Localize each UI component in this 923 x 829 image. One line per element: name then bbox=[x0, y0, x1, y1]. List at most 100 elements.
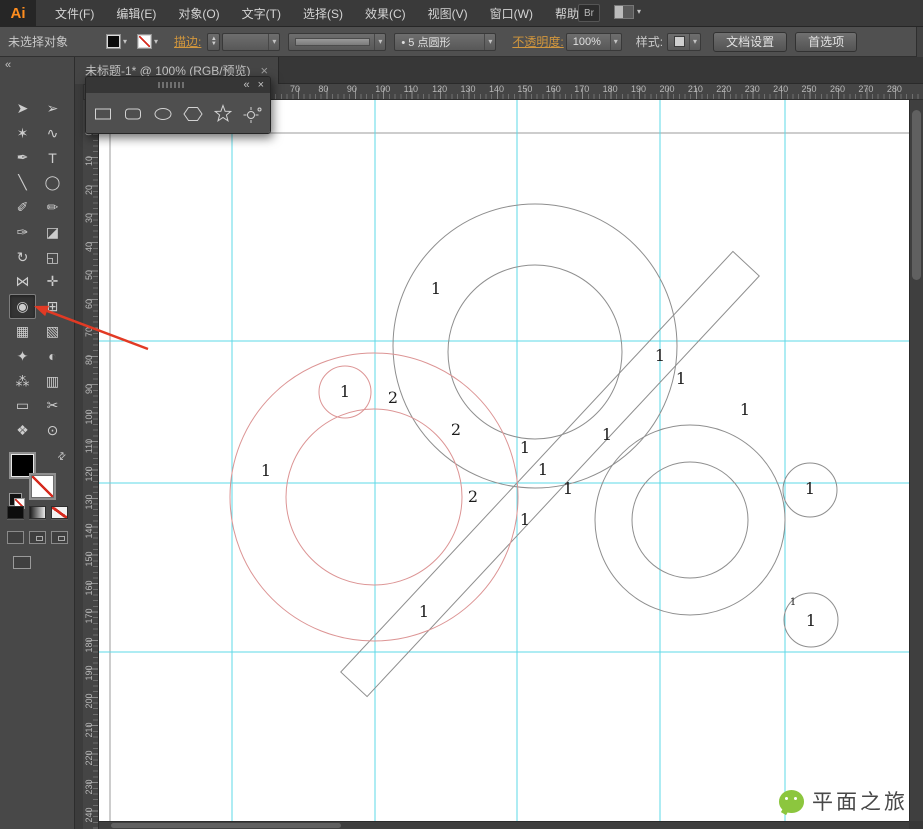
artwork-number-label[interactable]: 1 bbox=[655, 346, 665, 365]
horizontal-scrollbar-thumb[interactable] bbox=[111, 823, 341, 828]
symbol-sprayer-tool[interactable]: ⁂ bbox=[9, 369, 36, 394]
width-profile-combo[interactable]: ▾ bbox=[288, 32, 387, 51]
canvas[interactable]: 111112211121111111 平面之旅 bbox=[99, 100, 909, 821]
style-combo[interactable]: ▾ bbox=[667, 32, 702, 51]
panel-close-icon[interactable]: × bbox=[258, 79, 264, 91]
panel-collapse-icon[interactable]: « bbox=[243, 79, 249, 91]
brush-definition-combo[interactable]: • 5 点圆形 ▾ bbox=[394, 32, 497, 51]
opacity-combo[interactable]: 100% ▾ bbox=[565, 32, 622, 51]
eraser-tool[interactable]: ◪ bbox=[39, 220, 66, 245]
swap-fill-stroke-icon[interactable]: ⇄ bbox=[55, 450, 69, 464]
screen-mode-button[interactable] bbox=[13, 556, 31, 569]
artwork-number-label[interactable]: 1 bbox=[563, 479, 573, 498]
zoom-tool[interactable]: ⊙ bbox=[39, 418, 66, 443]
stroke-weight-stepper[interactable]: ▲ ▼ bbox=[207, 32, 221, 51]
column-graph-tool[interactable]: ▥ bbox=[39, 369, 66, 394]
type-tool[interactable]: T bbox=[39, 146, 66, 171]
flare-tool[interactable] bbox=[242, 102, 264, 126]
artwork-number-label[interactable]: 1 bbox=[806, 611, 816, 630]
magic-wand-tool[interactable]: ✶ bbox=[9, 121, 36, 146]
gradient-button[interactable] bbox=[29, 506, 46, 519]
scale-tool[interactable]: ◱ bbox=[39, 245, 66, 270]
artwork-circle-gray[interactable] bbox=[447, 264, 623, 440]
pencil-tool[interactable]: ✏ bbox=[39, 195, 66, 220]
artwork-number-label[interactable]: 1 bbox=[431, 279, 441, 298]
vertical-scrollbar[interactable] bbox=[909, 100, 923, 829]
artboard-tool[interactable]: ▭ bbox=[9, 394, 36, 419]
color-button[interactable] bbox=[7, 506, 24, 519]
shape-panel-header[interactable]: « × bbox=[86, 77, 270, 93]
artwork-number-label[interactable]: 1 bbox=[419, 602, 429, 621]
mesh-tool[interactable]: ▦ bbox=[9, 319, 36, 344]
panel-grip-icon[interactable] bbox=[158, 82, 186, 88]
artwork-circle-red[interactable] bbox=[285, 408, 463, 586]
stroke-color-picker[interactable]: ▾ bbox=[137, 34, 158, 49]
polygon-tool[interactable] bbox=[182, 102, 204, 126]
artwork-number-label[interactable]: 1 bbox=[340, 382, 350, 401]
lasso-tool[interactable]: ∿ bbox=[39, 121, 66, 146]
artwork-circle-gray[interactable] bbox=[631, 461, 749, 579]
width-tool[interactable]: ⋈ bbox=[9, 270, 36, 295]
star-tool[interactable] bbox=[212, 102, 234, 126]
ellipse-tool[interactable]: ◯ bbox=[39, 170, 66, 195]
artwork-number-label[interactable]: 1 bbox=[261, 461, 271, 480]
draw-normal-button[interactable] bbox=[7, 531, 24, 544]
shape-tools-floating-panel[interactable]: « × bbox=[85, 76, 271, 134]
artwork-number-label[interactable]: 1 bbox=[676, 369, 686, 388]
rotate-tool[interactable]: ↻ bbox=[9, 245, 36, 270]
paintbrush-tool[interactable]: ✐ bbox=[9, 195, 36, 220]
menu-window[interactable]: 窗口(W) bbox=[479, 0, 544, 26]
free-transform-tool[interactable]: ✛ bbox=[39, 270, 66, 295]
blob-brush-tool[interactable]: ✑ bbox=[9, 220, 36, 245]
menu-type[interactable]: 文字(T) bbox=[231, 0, 292, 26]
perspective-grid-tool[interactable]: ⊞ bbox=[39, 294, 66, 319]
shape-builder-tool[interactable]: ◉ bbox=[9, 294, 36, 320]
artwork-number-label[interactable]: 1 bbox=[520, 510, 530, 529]
bridge-button[interactable]: Br bbox=[578, 4, 600, 22]
ellipse-tool[interactable] bbox=[152, 102, 174, 126]
artwork-layer[interactable]: 111112211121111111 bbox=[99, 100, 909, 821]
menu-effect[interactable]: 效果(C) bbox=[354, 0, 417, 26]
workspace-switcher-button[interactable]: ▾ bbox=[614, 5, 641, 19]
line-segment-tool[interactable]: ╲ bbox=[9, 170, 36, 195]
gradient-tool[interactable]: ▧ bbox=[39, 319, 66, 344]
opacity-link[interactable]: 不透明度: bbox=[512, 33, 563, 50]
direct-selection-tool[interactable]: ➢ bbox=[39, 96, 66, 121]
artwork-rotated-rectangle[interactable] bbox=[340, 250, 760, 698]
artwork-circle-gray[interactable] bbox=[594, 424, 786, 616]
artwork-number-label[interactable]: 1 bbox=[805, 479, 815, 498]
vertical-ruler[interactable]: 1001020304050607080901001101201301401501… bbox=[83, 100, 99, 829]
selection-tool[interactable]: ➤ bbox=[9, 96, 36, 121]
stroke-weight-combo[interactable]: ▾ bbox=[222, 32, 281, 51]
eyedropper-tool[interactable]: ✦ bbox=[9, 344, 36, 369]
draw-behind-button[interactable] bbox=[29, 531, 46, 544]
vertical-scrollbar-thumb[interactable] bbox=[912, 110, 921, 280]
preferences-button[interactable]: 首选项 bbox=[795, 31, 858, 52]
artwork-number-label[interactable]: 1 bbox=[790, 597, 796, 608]
artwork-number-label[interactable]: 2 bbox=[451, 420, 461, 439]
none-button[interactable] bbox=[51, 506, 68, 519]
default-fill-stroke-icon[interactable] bbox=[9, 493, 25, 509]
menu-file[interactable]: 文件(F) bbox=[44, 0, 105, 26]
artwork-number-label[interactable]: 2 bbox=[468, 487, 478, 506]
artwork-circle-gray[interactable] bbox=[392, 203, 678, 489]
rounded-rectangle-tool[interactable] bbox=[122, 102, 144, 126]
tools-panel-collapse-icon[interactable]: « bbox=[5, 59, 11, 71]
blend-tool[interactable]: ◐ bbox=[39, 344, 66, 369]
pen-tool[interactable]: ✒ bbox=[9, 146, 36, 171]
menu-select[interactable]: 选择(S) bbox=[292, 0, 354, 26]
artwork-number-label[interactable]: 1 bbox=[602, 425, 612, 444]
hand-tool[interactable]: ❖ bbox=[9, 418, 36, 443]
artwork-number-label[interactable]: 2 bbox=[388, 388, 398, 407]
stroke-link[interactable]: 描边: bbox=[174, 33, 201, 50]
draw-inside-button[interactable] bbox=[51, 531, 68, 544]
artwork-number-label[interactable]: 1 bbox=[520, 438, 530, 457]
control-panel-overflow[interactable] bbox=[916, 27, 923, 57]
fill-color-picker[interactable]: ▾ bbox=[106, 34, 127, 49]
rectangle-tool[interactable] bbox=[92, 102, 114, 126]
artwork-number-label[interactable]: 1 bbox=[740, 400, 750, 419]
slice-tool[interactable]: ✂ bbox=[39, 394, 66, 419]
menu-edit[interactable]: 编辑(E) bbox=[105, 0, 167, 26]
document-setup-button[interactable]: 文档设置 bbox=[713, 31, 788, 52]
menu-view[interactable]: 视图(V) bbox=[417, 0, 479, 26]
